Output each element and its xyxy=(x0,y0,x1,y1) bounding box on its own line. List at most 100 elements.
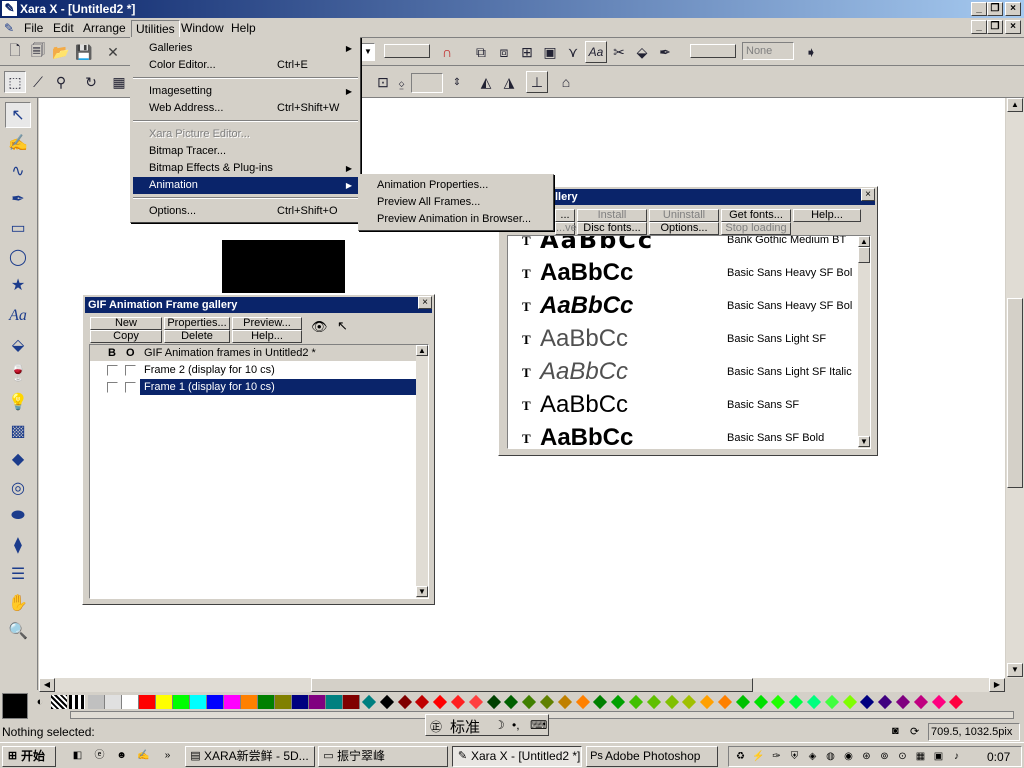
arrow-end-icon[interactable]: ➧ xyxy=(800,41,822,63)
tray-flash-icon[interactable]: ⚡ xyxy=(751,749,766,764)
frame-row-selected[interactable]: Frame 1 (display for 10 cs) xyxy=(90,379,416,396)
color-swatch[interactable] xyxy=(190,695,207,709)
frame-list-scrollbar[interactable]: ▲ ▼ xyxy=(416,345,428,598)
notepad-icon[interactable]: ✍ xyxy=(136,748,151,763)
font-row[interactable]: T AaBbCc Basic Sans Light SF xyxy=(522,323,862,356)
menu-item-xara-picture-editor[interactable]: Xara Picture Editor... xyxy=(133,126,358,143)
color-diamond-swatch[interactable] xyxy=(789,694,804,710)
color-diamond-swatch[interactable] xyxy=(468,694,483,710)
menu-item-bitmap-effects[interactable]: Bitmap Effects & Plug-ins ▶ xyxy=(133,160,358,177)
zoom-dropdown-arrow-icon[interactable]: ▼ xyxy=(361,43,375,61)
horizontal-scroll-thumb[interactable] xyxy=(311,678,753,692)
restore-icon[interactable]: ❐ xyxy=(987,2,1003,16)
quickshape-tool-icon[interactable]: ★ xyxy=(5,272,31,298)
clock[interactable]: 0:07 xyxy=(987,750,1010,764)
color-swatch[interactable] xyxy=(241,695,258,709)
ellipse-tool-icon[interactable]: ◯ xyxy=(5,244,31,270)
menu-item-galleries[interactable]: Galleries ▶ xyxy=(133,40,358,57)
color-diamond-swatch[interactable] xyxy=(450,694,466,710)
scroll-up-icon[interactable]: ▲ xyxy=(1007,98,1023,112)
push-tool-icon[interactable]: ✋ xyxy=(5,590,31,616)
color-diamond-swatch[interactable] xyxy=(949,694,964,710)
tray-app2-icon[interactable]: ◍ xyxy=(823,749,838,764)
quicklaunch-icon[interactable]: ◧ xyxy=(70,748,85,763)
background-checkbox[interactable] xyxy=(107,382,118,393)
group-icon[interactable]: ▣ xyxy=(539,41,561,63)
align-icon[interactable]: ⊞ xyxy=(516,41,538,63)
task-photoshop[interactable]: Ps Adobe Photoshop xyxy=(586,746,718,767)
pattern-swatch[interactable] xyxy=(69,695,85,709)
color-swatch[interactable] xyxy=(173,695,190,709)
start-button[interactable]: ⊞ 开始 xyxy=(2,746,56,767)
color-diamond-swatch[interactable] xyxy=(593,694,608,710)
color-diamond-swatch[interactable] xyxy=(397,694,412,710)
stop-loading-button[interactable]: Stop loading xyxy=(721,222,791,235)
new-template-icon[interactable]: 🗐 xyxy=(27,41,49,63)
install-button[interactable]: Install xyxy=(577,209,647,222)
menu-item-options[interactable]: Options... Ctrl+Shift+O xyxy=(133,203,358,220)
bezier-edit-icon[interactable]: ⋎ xyxy=(562,41,584,63)
uninstall-button[interactable]: Uninstall xyxy=(649,209,719,222)
color-diamond-swatch[interactable] xyxy=(557,694,572,710)
remove-button-partial[interactable]: ...ve xyxy=(555,222,577,235)
menu-item-animation[interactable]: Animation ▶ xyxy=(133,177,358,194)
preview-button[interactable]: Preview... xyxy=(232,317,302,330)
magnet-icon[interactable]: ∩ xyxy=(436,41,458,63)
menu-edit[interactable]: Edit xyxy=(49,20,78,36)
tray-app4-icon[interactable]: ⊚ xyxy=(877,749,892,764)
menu-help[interactable]: Help xyxy=(227,20,260,36)
font-options-button[interactable]: Options... xyxy=(649,222,719,235)
spin-arrows-icon[interactable]: ⇕ xyxy=(446,71,468,93)
gif-help-button[interactable]: Help... xyxy=(232,330,302,343)
snap-icon[interactable]: ⟳ xyxy=(910,725,919,738)
tray-app-icon[interactable]: ♻ xyxy=(733,749,748,764)
text-tool-icon[interactable]: Aa xyxy=(5,303,31,329)
color-diamond-swatch[interactable] xyxy=(611,694,626,710)
color-swatch[interactable] xyxy=(275,695,292,709)
color-diamond-swatch[interactable] xyxy=(664,694,679,710)
selector-tool-icon[interactable]: ↖ xyxy=(5,102,31,128)
tray-app5-icon[interactable]: ⊙ xyxy=(895,749,910,764)
color-swatch[interactable] xyxy=(326,695,343,709)
eye-icon[interactable]: 👁 xyxy=(311,319,328,335)
slicing-tool-icon[interactable]: ☰ xyxy=(5,561,31,587)
color-swatch[interactable] xyxy=(224,695,241,709)
xara-app-icon[interactable]: ✎ xyxy=(2,1,17,16)
none-field[interactable]: None xyxy=(742,42,794,60)
window-title-bar[interactable]: ✎ Xara X - [Untitled2 *] _ ❐ × xyxy=(0,0,1024,18)
minimize-icon[interactable]: _ xyxy=(971,2,987,16)
font-scroll-down-icon[interactable]: ▼ xyxy=(858,436,870,447)
tag-icon[interactable]: ⌂ xyxy=(555,71,577,93)
color-diamond-swatch[interactable] xyxy=(415,694,430,710)
color-swatch[interactable] xyxy=(258,695,275,709)
color-diamond-swatch[interactable] xyxy=(735,694,750,710)
menu-item-preview-in-browser[interactable]: Preview Animation in Browser... xyxy=(361,211,551,228)
scroll-right-icon[interactable]: ▶ xyxy=(989,678,1005,692)
color-diamond-swatch[interactable] xyxy=(433,694,448,710)
color-diamond-swatch[interactable] xyxy=(860,694,875,710)
ruler-slider[interactable] xyxy=(384,44,430,58)
font-row[interactable]: T AaBbCc Basic Sans SF xyxy=(522,389,862,422)
envelope-tool-icon[interactable]: ⧫ xyxy=(5,532,31,558)
color-diamond-swatch[interactable] xyxy=(895,694,911,710)
color-diamond-swatch[interactable] xyxy=(824,694,839,710)
menu-item-bitmap-tracer[interactable]: Bitmap Tracer... xyxy=(133,143,358,160)
menu-utilities[interactable]: Utilities xyxy=(131,20,180,38)
bevel-join-icon[interactable]: ⊥ xyxy=(526,71,548,93)
color-swatch[interactable] xyxy=(207,695,224,709)
color-diamond-swatch[interactable] xyxy=(361,694,377,710)
grid-icon[interactable]: ▦ xyxy=(108,71,130,93)
font-row[interactable]: T AaBbCc Basic Sans Heavy SF Bol xyxy=(522,290,862,323)
color-diamond-swatch[interactable] xyxy=(842,694,857,710)
font-gallery-button-partial[interactable]: ... xyxy=(555,209,575,222)
eyedropper-icon[interactable]: ✒ xyxy=(654,41,676,63)
zoom-tool-icon[interactable]: 🔍 xyxy=(5,618,31,644)
horizontal-scrollbar[interactable]: ◀ ▶ xyxy=(39,678,1005,692)
vertical-scrollbar[interactable]: ▲ ▼ xyxy=(1006,98,1024,678)
color-diamond-swatch[interactable] xyxy=(504,694,519,710)
mould-tool-icon[interactable]: 💡 xyxy=(5,389,31,415)
black-rectangle-shape[interactable] xyxy=(222,240,345,293)
shape-editor-tool-icon[interactable]: ∿ xyxy=(5,158,31,184)
frame-scroll-down-icon[interactable]: ▼ xyxy=(416,586,428,597)
menu-file[interactable]: File xyxy=(20,20,47,36)
